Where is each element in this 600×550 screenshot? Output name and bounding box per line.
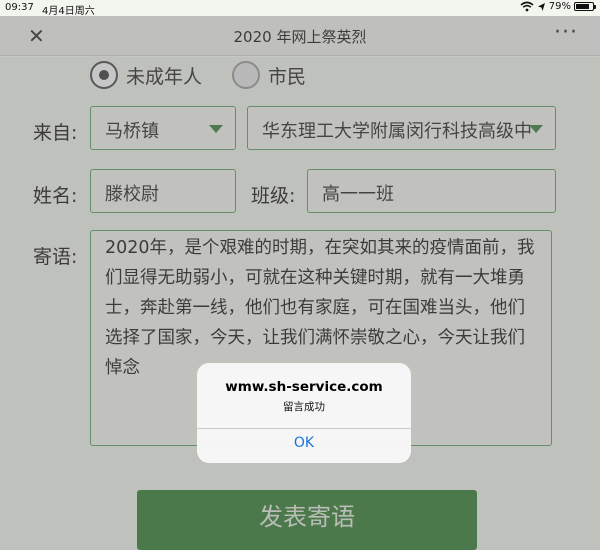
alert-dialog: wmw.sh-service.com 留言成功 OK: [197, 363, 411, 463]
status-date: 4月4日周六: [42, 6, 95, 17]
battery-icon: [574, 2, 596, 11]
wifi-icon: [520, 1, 534, 12]
alert-divider: [197, 428, 411, 429]
location-icon: [537, 2, 545, 11]
alert-message: 留言成功: [283, 401, 325, 413]
status-right: 79%: [520, 1, 596, 12]
status-bar: 09:37 4月4日周六 79%: [0, 0, 600, 17]
battery-percent: 79%: [548, 1, 571, 12]
status-time: 09:37: [5, 2, 34, 13]
modal-overlay: [0, 16, 600, 550]
alert-ok-button[interactable]: OK: [197, 435, 411, 451]
alert-title: wmw.sh-service.com: [225, 379, 383, 395]
